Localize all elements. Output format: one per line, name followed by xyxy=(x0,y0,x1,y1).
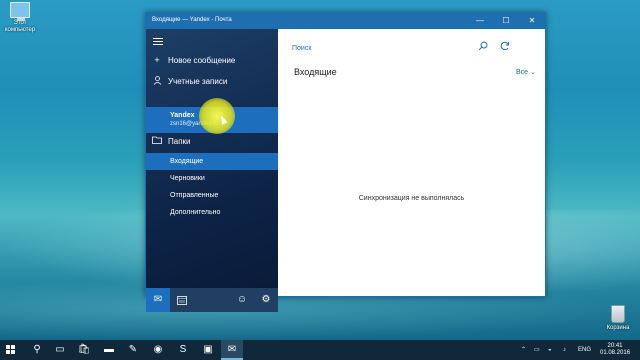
folder-sent[interactable]: Отправленные xyxy=(146,187,278,204)
store-icon[interactable]: 🛍 xyxy=(73,340,95,360)
language-indicator[interactable]: ENG xyxy=(578,340,591,360)
network-icon[interactable]: ◒ xyxy=(548,340,552,360)
window-title: Входящие — Yandex - Почта xyxy=(152,17,232,23)
desktop-icon-label: Корзина xyxy=(606,325,630,331)
person-icon xyxy=(146,75,168,87)
plus-icon: + xyxy=(154,55,160,65)
filter-label: Все xyxy=(516,69,529,76)
recycle-bin-icon xyxy=(611,305,625,323)
taskbar: ⚲ ▭ 🛍 ▬ ✎ ◉ S ▣ ✉ ⌃ ▭ ◒ ♪ ENG 20:41 01.0… xyxy=(0,340,640,360)
desktop-icon-this-pc[interactable]: Этот компьютер xyxy=(0,2,42,34)
folder-icon xyxy=(146,136,168,146)
app-icon[interactable]: ▣ xyxy=(197,340,219,360)
search-icon[interactable] xyxy=(478,41,488,54)
folder-more[interactable]: Дополнительно xyxy=(146,204,278,221)
mail-icon[interactable]: ✉ xyxy=(146,288,170,312)
clock[interactable]: 20:41 01.08.2016 xyxy=(600,343,630,357)
close-button[interactable]: ✕ xyxy=(519,13,545,29)
gear-icon[interactable]: ⚙ xyxy=(254,288,278,312)
message-list-pane: Поиск Входящие Все ⌄ Синхронизация не вы… xyxy=(278,29,545,296)
folder-drafts[interactable]: Черновики xyxy=(146,170,278,187)
folders-button[interactable]: Папки xyxy=(146,132,278,150)
sidebar-bottom-bar: ✉ ☺ ⚙ xyxy=(146,288,278,312)
search-icon[interactable]: ⚲ xyxy=(26,340,48,360)
skype-icon[interactable]: S xyxy=(172,340,194,360)
start-button[interactable] xyxy=(0,340,22,360)
computer-icon xyxy=(10,2,30,21)
battery-icon[interactable]: ▭ xyxy=(534,340,540,360)
chevron-down-icon: ⌄ xyxy=(530,69,536,76)
accounts-label: Учетные записи xyxy=(168,76,228,86)
filter-dropdown[interactable]: Все ⌄ xyxy=(516,68,536,76)
empty-state-message: Синхронизация не выполнялась xyxy=(358,195,465,202)
calendar-icon[interactable] xyxy=(170,288,194,312)
folder-inbox[interactable]: Входящие xyxy=(146,153,278,170)
folders-label: Папки xyxy=(168,136,191,146)
volume-icon[interactable]: ♪ xyxy=(563,340,566,360)
explorer-icon[interactable]: ▬ xyxy=(98,340,120,360)
sync-icon[interactable] xyxy=(500,41,510,54)
windows-logo-icon xyxy=(6,345,16,355)
cursor-highlight xyxy=(199,98,235,134)
title-bar[interactable]: Входящие — Yandex - Почта — ☐ ✕ xyxy=(146,13,545,29)
smiley-icon[interactable]: ☺ xyxy=(230,288,254,312)
accounts-button[interactable]: Учетные записи xyxy=(146,72,278,90)
account-name: Yandex xyxy=(170,112,195,119)
desktop-icon-recycle-bin[interactable]: Корзина xyxy=(596,305,640,332)
hamburger-menu-icon[interactable] xyxy=(153,38,163,47)
sidebar: + Новое сообщение Учетные записи Yandex … xyxy=(146,29,278,312)
new-message-label: Новое сообщение xyxy=(168,55,236,65)
maximize-button[interactable]: ☐ xyxy=(493,13,519,29)
new-message-button[interactable]: + Новое сообщение xyxy=(146,51,278,69)
clock-time: 20:41 xyxy=(607,343,623,349)
clock-date: 01.08.2016 xyxy=(600,350,631,356)
inbox-title: Входящие xyxy=(294,67,337,77)
tray-up-arrow-icon[interactable]: ⌃ xyxy=(521,340,526,360)
minimize-button[interactable]: — xyxy=(467,13,493,29)
chrome-icon[interactable]: ◉ xyxy=(147,340,169,360)
mail-window: Входящие — Yandex - Почта — ☐ ✕ + Новое … xyxy=(145,12,546,312)
task-view-icon[interactable]: ▭ xyxy=(49,340,71,360)
search-input[interactable]: Поиск xyxy=(292,45,311,52)
paint-icon[interactable]: ✎ xyxy=(122,340,144,360)
mail-app-icon[interactable]: ✉ xyxy=(221,340,243,360)
desktop-icon-label: Этот компьютер xyxy=(4,20,36,33)
